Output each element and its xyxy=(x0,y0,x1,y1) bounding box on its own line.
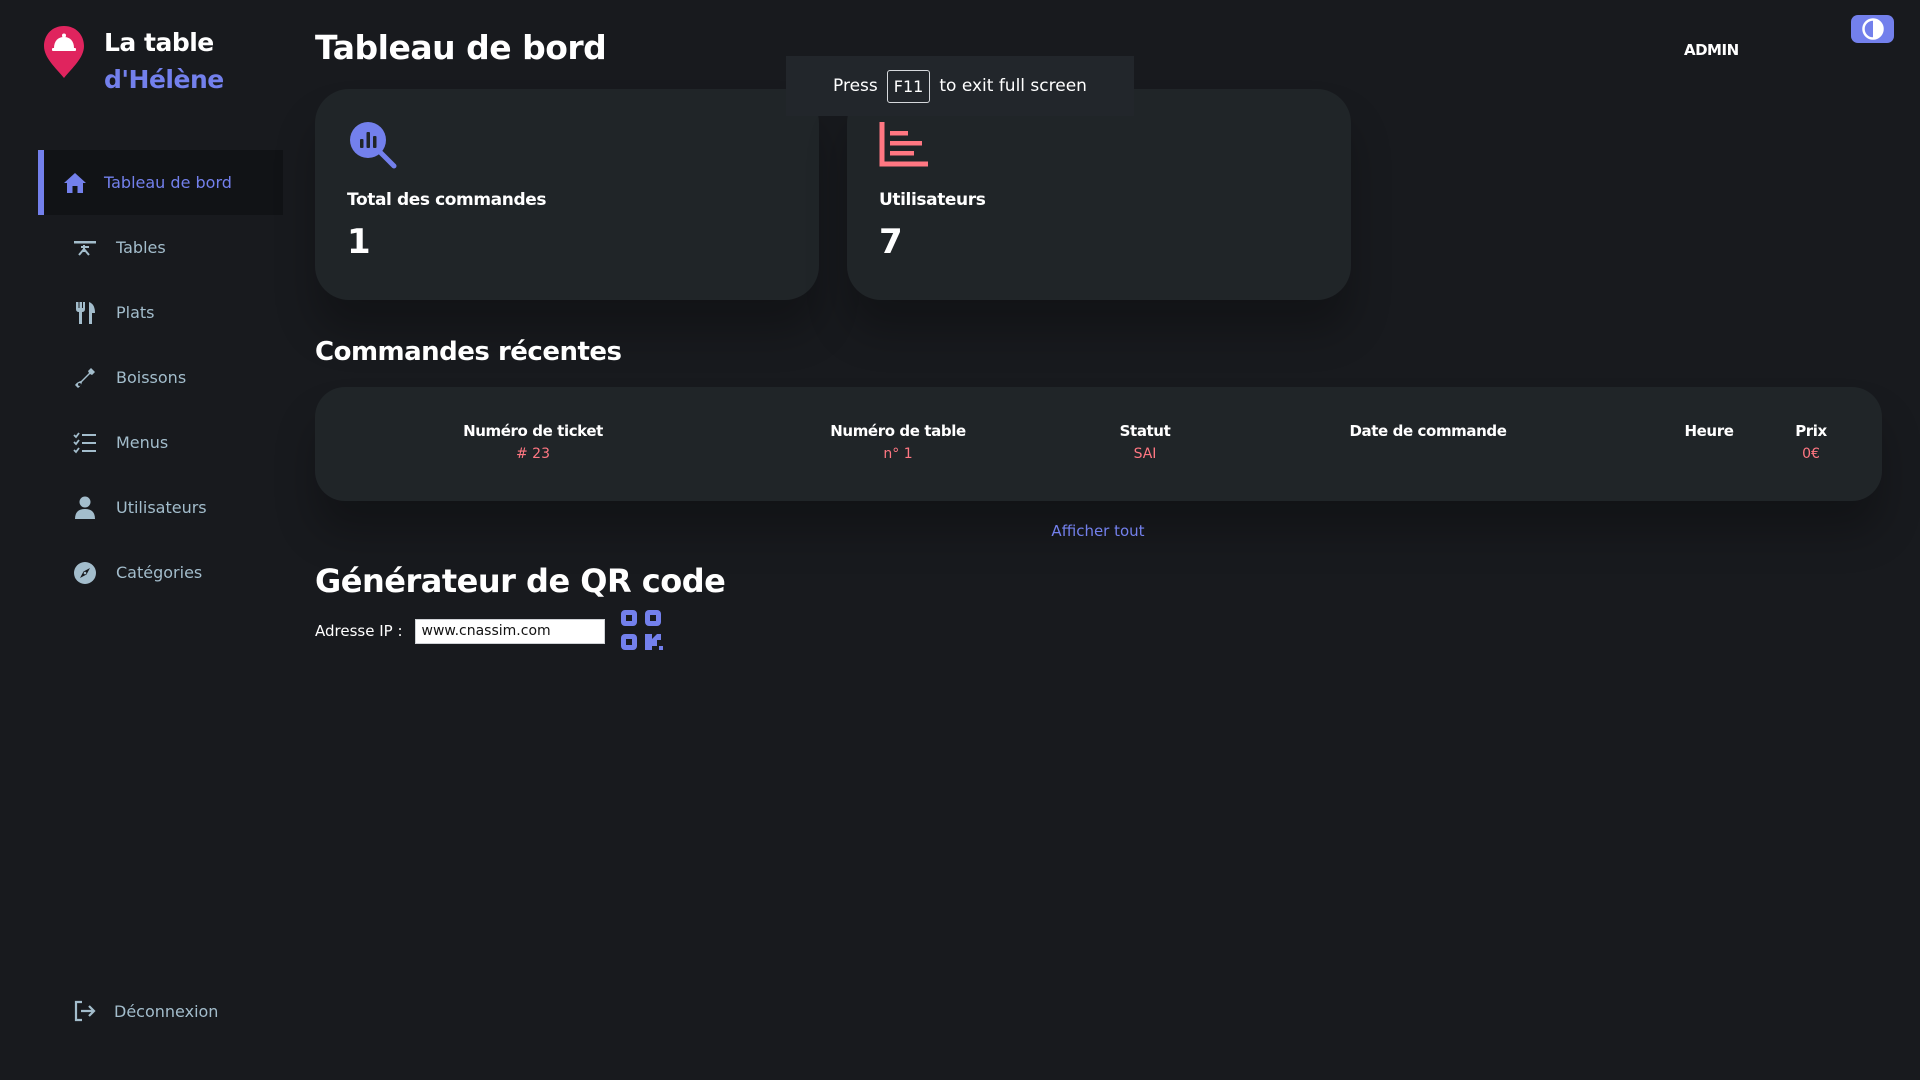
contrast-icon xyxy=(1861,18,1884,40)
card-label: Total des commandes xyxy=(347,190,547,210)
sidebar-item-label: Tables xyxy=(116,238,166,257)
sidebar-item-label: Boissons xyxy=(116,368,187,387)
bottle-icon xyxy=(72,365,98,391)
column-time: Heure xyxy=(1685,422,1734,446)
card-value: 7 xyxy=(879,222,903,262)
sidebar-item-label: Catégories xyxy=(116,563,203,582)
sidebar-item-label: Tableau de bord xyxy=(104,173,232,192)
column-header: Heure xyxy=(1684,422,1734,440)
column-ticket: Numéro de ticket # 23 xyxy=(463,422,603,462)
sidebar: La table d'Hélène Tableau de bord Tables… xyxy=(0,0,283,1080)
ip-address-input[interactable] xyxy=(414,618,605,644)
sidebar-item-boissons[interactable]: Boissons xyxy=(38,345,283,410)
stat-card-orders: Total des commandes 1 xyxy=(315,89,819,300)
theme-toggle[interactable] xyxy=(1851,15,1894,43)
logout-icon xyxy=(72,998,98,1024)
card-label: Utilisateurs xyxy=(879,190,986,210)
sidebar-item-utilisateurs[interactable]: Utilisateurs xyxy=(38,475,283,540)
column-price: Prix 0€ xyxy=(1795,422,1827,462)
sidebar-item-label: Utilisateurs xyxy=(116,498,207,517)
sidebar-item-dashboard[interactable]: Tableau de bord xyxy=(38,150,283,215)
qr-code-icon[interactable] xyxy=(619,608,665,654)
stat-card-users: Utilisateurs 7 xyxy=(847,89,1351,300)
column-date: Date de commande xyxy=(1349,422,1506,446)
column-table: Numéro de table n° 1 xyxy=(830,422,966,462)
logout-button[interactable]: Déconnexion xyxy=(72,996,218,1026)
sidebar-item-plats[interactable]: Plats xyxy=(38,280,283,345)
recent-orders-table: Numéro de ticket # 23 Numéro de table n°… xyxy=(315,387,1882,501)
f11-key: F11 xyxy=(886,69,931,103)
cell-ticket: # 23 xyxy=(515,446,550,462)
checklist-icon xyxy=(72,430,98,456)
compass-icon xyxy=(72,560,98,586)
home-icon xyxy=(62,170,88,196)
table-icon xyxy=(72,235,98,261)
column-header: Statut xyxy=(1119,422,1171,440)
ip-address-label: Adresse IP : xyxy=(315,622,403,640)
cutlery-icon xyxy=(72,300,98,326)
column-header: Date de commande xyxy=(1349,422,1507,440)
cell-status: SAI xyxy=(1133,446,1157,462)
location-pin-icon xyxy=(44,26,84,78)
brand-name-line1: La table xyxy=(104,28,214,57)
column-header: Prix xyxy=(1795,422,1827,440)
user-icon xyxy=(72,495,98,521)
column-header: Numéro de table xyxy=(830,422,966,440)
fullscreen-notice-text-post: to exit full screen xyxy=(939,76,1087,96)
cell-table: n° 1 xyxy=(883,446,913,462)
fullscreen-notice-text-pre: Press xyxy=(833,76,878,96)
sidebar-item-label: Menus xyxy=(116,433,169,452)
column-status: Statut SAI xyxy=(1120,422,1171,462)
analytics-search-icon xyxy=(350,122,397,169)
cell-price: 0€ xyxy=(1802,446,1820,462)
sidebar-item-categories[interactable]: Catégories xyxy=(38,540,283,605)
show-all-link[interactable]: Afficher tout xyxy=(1051,522,1144,540)
logout-label: Déconnexion xyxy=(114,1001,219,1021)
recent-orders-title: Commandes récentes xyxy=(315,337,622,367)
qr-generator-form: Adresse IP : xyxy=(315,608,665,654)
fullscreen-notice: Press F11 to exit full screen xyxy=(786,56,1134,116)
sidebar-item-menus[interactable]: Menus xyxy=(38,410,283,475)
bar-chart-icon xyxy=(879,122,928,167)
user-role-label: ADMIN xyxy=(1684,41,1739,59)
qr-generator-title: Générateur de QR code xyxy=(315,562,726,600)
sidebar-nav: Tableau de bord Tables Plats Boissons Me… xyxy=(38,150,283,605)
sidebar-item-label: Plats xyxy=(116,303,155,322)
column-header: Numéro de ticket xyxy=(463,422,603,440)
sidebar-item-tables[interactable]: Tables xyxy=(38,215,283,280)
page-title: Tableau de bord xyxy=(315,28,607,67)
card-value: 1 xyxy=(347,222,371,262)
brand-name-line2: d'Hélène xyxy=(104,65,224,94)
brand-logo[interactable]: La table d'Hélène xyxy=(42,24,224,98)
